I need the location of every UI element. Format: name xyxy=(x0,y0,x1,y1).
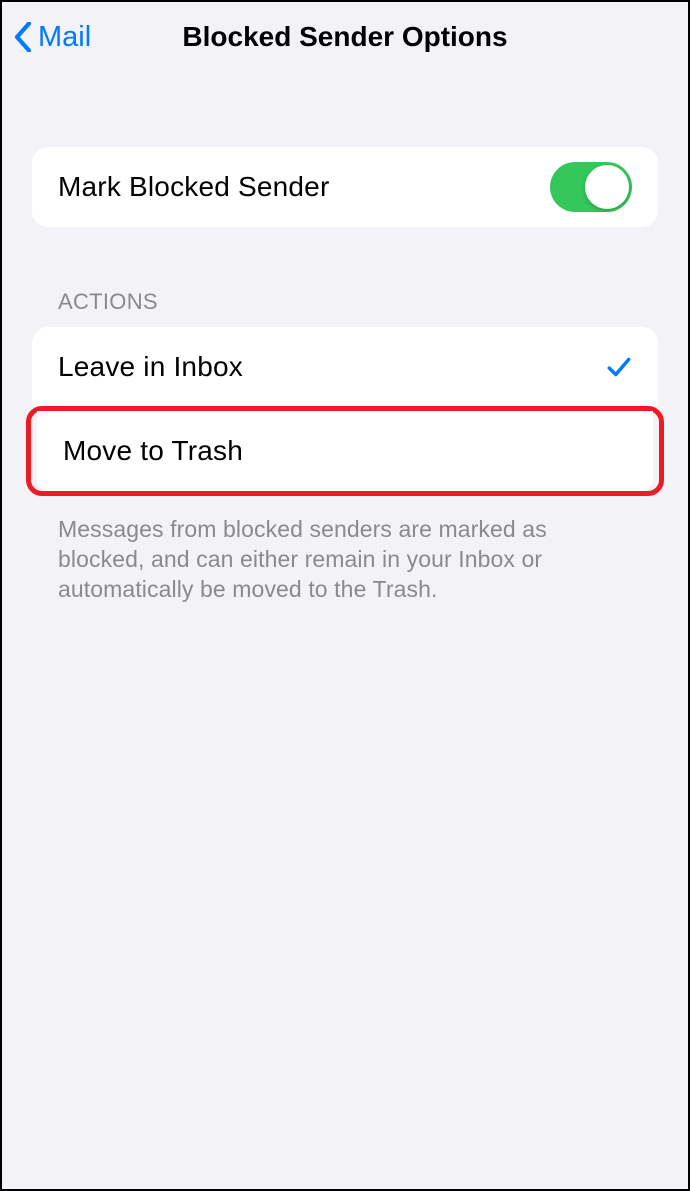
checkmark-icon xyxy=(606,354,632,380)
page-title: Blocked Sender Options xyxy=(18,21,672,53)
mark-blocked-sender-label: Mark Blocked Sender xyxy=(58,171,329,203)
action-label: Move to Trash xyxy=(63,435,243,467)
highlight-annotation: Move to Trash xyxy=(26,406,664,496)
actions-footer-text: Messages from blocked senders are marked… xyxy=(32,497,658,605)
chevron-left-icon xyxy=(14,22,32,52)
action-leave-in-inbox[interactable]: Leave in Inbox xyxy=(32,327,658,407)
navigation-bar: Mail Blocked Sender Options xyxy=(2,2,688,72)
mark-blocked-sender-toggle[interactable] xyxy=(550,162,632,212)
content-area: Mark Blocked Sender ACTIONS Leave in Inb… xyxy=(2,72,688,605)
mark-blocked-sender-row[interactable]: Mark Blocked Sender xyxy=(32,147,658,227)
action-move-to-trash[interactable]: Move to Trash xyxy=(37,411,653,491)
action-label: Leave in Inbox xyxy=(58,351,243,383)
toggle-group: Mark Blocked Sender xyxy=(32,147,658,227)
actions-section-header: ACTIONS xyxy=(32,289,658,327)
back-button[interactable]: Mail xyxy=(14,21,91,54)
actions-group-top: Leave in Inbox xyxy=(32,327,658,407)
back-label: Mail xyxy=(38,21,91,54)
toggle-knob xyxy=(585,165,629,209)
